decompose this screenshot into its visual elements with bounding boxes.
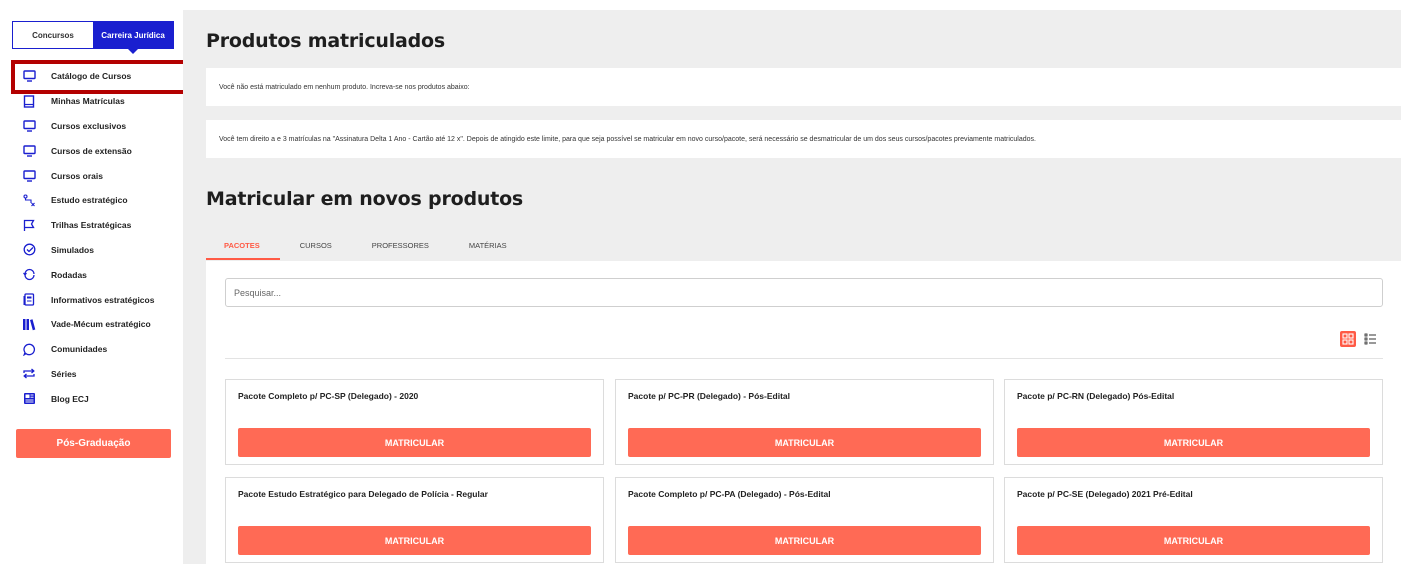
sidebar-item-vade-mecum-estrategico[interactable]: Vade-Mécum estratégico xyxy=(0,312,183,337)
pos-graduacao-button[interactable]: Pós-Graduação xyxy=(16,429,171,458)
sidebar-item-label: Cursos exclusivos xyxy=(51,120,127,131)
sidebar-item-label: Estudo estratégico xyxy=(51,195,128,206)
products-panel: Pacote Completo p/ PC-SP (Delegado) - 20… xyxy=(206,261,1401,564)
toggle-carreira-juridica[interactable]: Carreira Jurídica xyxy=(93,22,173,54)
book-icon xyxy=(22,94,36,108)
check-circle-icon xyxy=(22,243,36,257)
divider xyxy=(225,358,1383,359)
sidebar-item-label: Informativos estratégicos xyxy=(51,294,155,305)
sidebar-nav: Catálogo de Cursos Minhas Matrículas Cur… xyxy=(0,64,183,411)
toggle-concursos[interactable]: Concursos xyxy=(13,22,93,48)
matricular-button[interactable]: MATRICULAR xyxy=(628,428,981,457)
sidebar-item-label: Séries xyxy=(51,368,77,379)
career-toggle: Concursos Carreira Jurídica xyxy=(12,21,174,54)
sidebar-item-label: Blog ECJ xyxy=(51,393,89,404)
app-window: Concursos Carreira Jurídica Catálogo de … xyxy=(0,0,1401,564)
monitor-icon xyxy=(22,144,36,158)
product-title: Pacote p/ PC-PR (Delegado) - Pós-Edital xyxy=(628,391,790,401)
newspaper-icon xyxy=(22,392,36,406)
matricular-button[interactable]: MATRICULAR xyxy=(238,428,591,457)
sidebar-item-label: Simulados xyxy=(51,244,94,255)
sidebar-item-cursos-de-extensao[interactable]: Cursos de extensão xyxy=(0,138,183,163)
product-title: Pacote p/ PC-RN (Delegado) Pós-Edital xyxy=(1017,391,1175,401)
info-not-enrolled: Você não está matriculado em nenhum prod… xyxy=(206,68,1401,106)
product-title: Pacote Estudo Estratégico para Delegado … xyxy=(238,489,488,499)
sidebar-item-cursos-orais[interactable]: Cursos orais xyxy=(0,163,183,188)
product-title: Pacote Completo p/ PC-SP (Delegado) - 20… xyxy=(238,391,419,401)
sidebar-item-catalogo-de-cursos[interactable]: Catálogo de Cursos xyxy=(0,64,183,89)
tab-professores[interactable]: PROFESSORES xyxy=(352,238,449,260)
sidebar-item-label: Catálogo de Cursos xyxy=(51,71,132,82)
view-toggle xyxy=(1340,331,1378,347)
sidebar-item-label: Comunidades xyxy=(51,344,108,355)
refresh-icon xyxy=(22,268,36,282)
product-card: Pacote p/ PC-PR (Delegado) - Pós-Edital … xyxy=(615,379,994,465)
sidebar-item-informativos-estrategicos[interactable]: Informativos estratégicos xyxy=(0,287,183,312)
search-input[interactable] xyxy=(225,278,1383,307)
product-card: Pacote Estudo Estratégico para Delegado … xyxy=(225,477,604,563)
sidebar-item-trilhas-estrategicas[interactable]: Trilhas Estratégicas xyxy=(0,213,183,238)
monitor-icon xyxy=(22,119,36,133)
product-card: Pacote p/ PC-SE (Delegado) 2021 Pré-Edit… xyxy=(1004,477,1383,563)
sidebar: Concursos Carreira Jurídica Catálogo de … xyxy=(0,0,188,564)
sidebar-item-label: Cursos de extensão xyxy=(51,145,132,156)
sidebar-item-rodadas[interactable]: Rodadas xyxy=(0,262,183,287)
repeat-icon xyxy=(22,367,36,381)
section-title: Matricular em novos produtos xyxy=(206,188,524,210)
product-card: Pacote Completo p/ PC-SP (Delegado) - 20… xyxy=(225,379,604,465)
page-title: Produtos matriculados xyxy=(206,30,446,52)
product-title: Pacote Completo p/ PC-PA (Delegado) - Pó… xyxy=(628,489,831,499)
info-enrollment-rights: Você tem direito a e 3 matrículas na "As… xyxy=(206,120,1401,158)
tab-pacotes[interactable]: PACOTES xyxy=(206,238,280,260)
sidebar-item-series[interactable]: Séries xyxy=(0,362,183,387)
sidebar-item-simulados[interactable]: Simulados xyxy=(0,238,183,263)
sidebar-item-label: Cursos orais xyxy=(51,170,103,181)
sidebar-item-label: Vade-Mécum estratégico xyxy=(51,319,151,330)
product-card: Pacote Completo p/ PC-PA (Delegado) - Pó… xyxy=(615,477,994,563)
product-tabs: PACOTES CURSOS PROFESSORES MATÉRIAS xyxy=(206,238,527,260)
list-view-icon[interactable] xyxy=(1362,331,1378,347)
grid-view-icon[interactable] xyxy=(1340,331,1356,347)
matricular-button[interactable]: MATRICULAR xyxy=(1017,428,1370,457)
sidebar-item-cursos-exclusivos[interactable]: Cursos exclusivos xyxy=(0,114,183,139)
main-content: Produtos matriculados Você não está matr… xyxy=(183,10,1401,564)
sidebar-item-blog-ecj[interactable]: Blog ECJ xyxy=(0,386,183,411)
matricular-button[interactable]: MATRICULAR xyxy=(238,526,591,555)
library-icon xyxy=(22,317,36,331)
matricular-button[interactable]: MATRICULAR xyxy=(628,526,981,555)
chat-icon xyxy=(22,342,36,356)
product-card: Pacote p/ PC-RN (Delegado) Pós-Edital MA… xyxy=(1004,379,1383,465)
monitor-icon xyxy=(22,169,36,183)
matricular-button[interactable]: MATRICULAR xyxy=(1017,526,1370,555)
monitor-icon xyxy=(22,69,36,83)
tab-cursos[interactable]: CURSOS xyxy=(280,238,352,260)
sidebar-item-estudo-estrategico[interactable]: Estudo estratégico xyxy=(0,188,183,213)
document-icon xyxy=(22,293,36,307)
sidebar-item-minhas-matriculas[interactable]: Minhas Matrículas xyxy=(0,89,183,114)
flag-icon xyxy=(22,218,36,232)
sidebar-item-label: Trilhas Estratégicas xyxy=(51,220,132,231)
tab-materias[interactable]: MATÉRIAS xyxy=(449,238,527,260)
route-icon xyxy=(22,193,36,207)
sidebar-item-label: Minhas Matrículas xyxy=(51,96,125,107)
sidebar-item-label: Rodadas xyxy=(51,269,87,280)
product-title: Pacote p/ PC-SE (Delegado) 2021 Pré-Edit… xyxy=(1017,489,1193,499)
sidebar-item-comunidades[interactable]: Comunidades xyxy=(0,337,183,362)
